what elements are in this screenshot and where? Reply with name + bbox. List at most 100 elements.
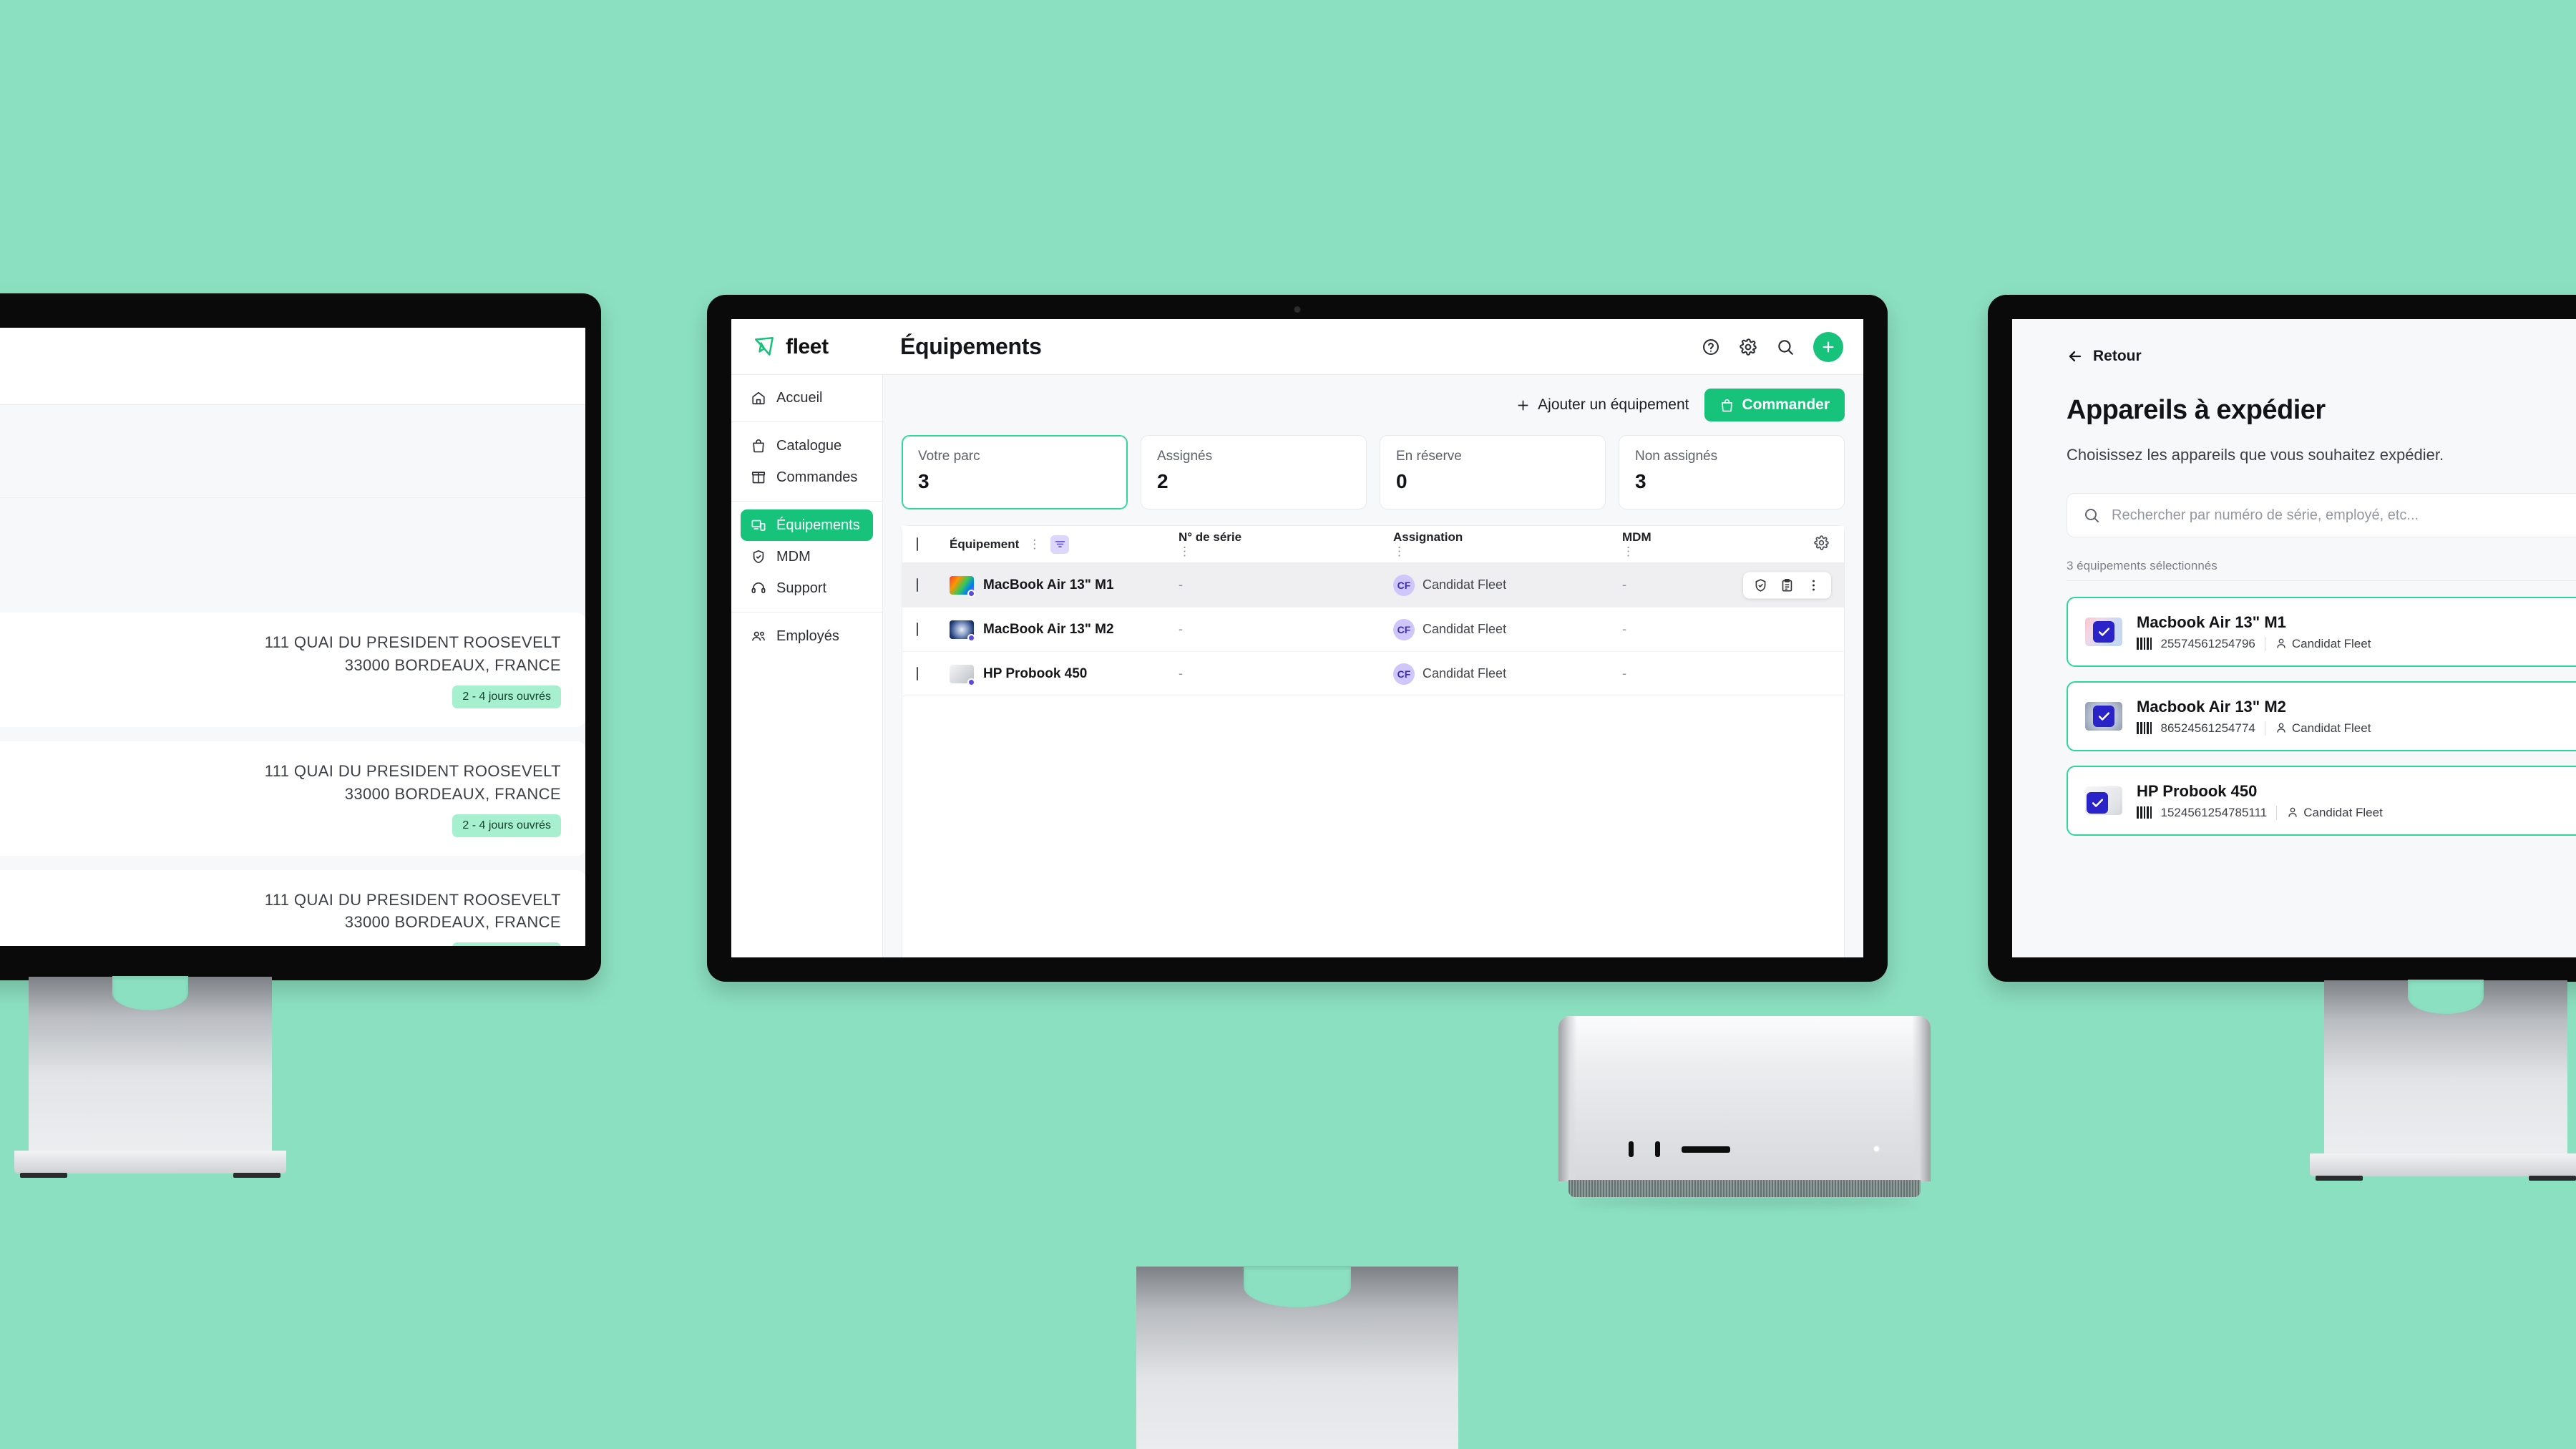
center-monitor-stand-neck [1136, 1266, 1458, 1449]
summary-top-strip [0, 405, 585, 498]
owner-name: Candidat Fleet [2303, 805, 2383, 819]
device-name: HP Probook 450 [2137, 781, 2258, 800]
ship-devices-panel: Retour Appareils à expédier Choisissez l… [2012, 319, 2576, 957]
sidebar-divider [731, 501, 882, 502]
bag-icon [1722, 399, 1733, 411]
column-header-assignation[interactable]: Assignation [1393, 530, 1622, 545]
sidebar-item-employes[interactable]: Employés [741, 620, 873, 652]
owner-name: Candidat Fleet [2291, 636, 2371, 650]
device-card[interactable]: Macbook Air 13" M2 86524561254774 Candid… [2067, 681, 2576, 751]
serial-value: - [1179, 577, 1183, 592]
stat-card-votre-parc[interactable]: Votre parc 3 [902, 435, 1128, 509]
users-icon [752, 631, 765, 641]
stat-card-non-assignes[interactable]: Non assignés 3 [1619, 435, 1845, 509]
center-monitor-screen: fleet Équipements Accueil Catalogue Comm… [731, 319, 1863, 957]
add-equipment-button[interactable]: Ajouter un équipement [1516, 396, 1689, 414]
device-serial: 1524561254785111 [2160, 805, 2268, 819]
search-box[interactable] [2067, 493, 2576, 537]
back-button[interactable]: Retour [2067, 348, 2576, 365]
add-button[interactable] [1813, 331, 1843, 362]
stat-label: Votre parc [918, 449, 980, 464]
stat-value: 3 [1635, 470, 1646, 492]
stand-notch [2408, 980, 2484, 1014]
help-circle-icon[interactable] [1702, 338, 1720, 356]
mdm-value: - [1622, 666, 1626, 680]
device-thumbnail-macbook-m1 [950, 575, 975, 597]
divider [2067, 580, 2576, 581]
device-checkbox[interactable] [2087, 792, 2108, 814]
back-label: Retour [2093, 348, 2142, 364]
stat-cards: Votre parc 3 Assignés 2 En réserve 0 Non… [902, 435, 1845, 525]
column-menu-dots[interactable]: ⋮ [1393, 545, 1406, 558]
table-settings-icon[interactable] [1813, 535, 1830, 555]
more-vertical-icon[interactable] [1806, 577, 1821, 592]
summary-mid-strip [0, 498, 585, 613]
plus-icon [1518, 400, 1528, 410]
table-row[interactable]: MacBook Air 13" M2 - CF Candidat Fleet - [902, 608, 1844, 652]
mac-studio-vent [1568, 1180, 1921, 1197]
address-card[interactable]: 111 QUAI DU PRESIDENT ROOSEVELT 33000 BO… [0, 613, 585, 727]
app-body: Accueil Catalogue Commandes Équipements … [731, 375, 1863, 957]
left-monitor: Finalisation 3 Récapitulatif 111 QUAI DU… [0, 293, 601, 1178]
clipboard-icon[interactable] [1780, 577, 1795, 592]
search-icon[interactable] [1776, 338, 1795, 356]
device-name: Macbook Air 13" M1 [2137, 613, 2286, 631]
shield-icon [753, 550, 764, 564]
stepper-step-recapitulatif[interactable]: 3 Récapitulatif [0, 343, 23, 394]
row-checkbox[interactable] [917, 577, 918, 592]
address-line1: 111 QUAI DU PRESIDENT ROOSEVELT [264, 633, 561, 651]
sidebar-item-commandes[interactable]: Commandes [741, 462, 873, 493]
table-row[interactable]: HP Probook 450 - CF Candidat Fleet - [902, 652, 1844, 696]
filter-icon[interactable] [1050, 535, 1070, 554]
device-checkbox[interactable] [2093, 621, 2114, 643]
page-title: Équipements [900, 333, 1042, 359]
column-header-numero-serie[interactable]: N° de série [1179, 530, 1393, 545]
right-monitor-stand-base [2310, 1153, 2576, 1176]
address-card[interactable]: 111 QUAI DU PRESIDENT ROOSEVELT 33000 BO… [0, 741, 585, 856]
stat-card-en-reserve[interactable]: En réserve 0 [1380, 435, 1606, 509]
row-checkbox[interactable] [917, 666, 918, 680]
mdm-value: - [1622, 622, 1626, 636]
column-menu-dots[interactable]: ⋮ [1028, 537, 1041, 552]
device-checkbox[interactable] [2093, 706, 2114, 727]
shield-check-icon[interactable] [1753, 577, 1768, 592]
column-header-equipement[interactable]: Équipement [950, 537, 1019, 552]
column-menu-dots[interactable]: ⋮ [1179, 545, 1191, 558]
sidebar-item-equipements[interactable]: Équipements [741, 509, 873, 541]
device-thumbnail-macbook-m1 [2085, 618, 2122, 646]
brand[interactable]: fleet [731, 335, 883, 359]
sidebar-item-mdm[interactable]: MDM [741, 541, 873, 572]
assignee-name: Candidat Fleet [1423, 666, 1507, 680]
check-icon [2098, 627, 2109, 636]
stat-card-assignes[interactable]: Assignés 2 [1141, 435, 1367, 509]
sidebar-item-label: Accueil [776, 389, 823, 406]
mdm-value: - [1622, 577, 1626, 592]
devices-icon [751, 519, 766, 531]
sidebar: Accueil Catalogue Commandes Équipements … [731, 375, 883, 957]
left-order-summary-body: 111 QUAI DU PRESIDENT ROOSEVELT 33000 BO… [0, 405, 585, 946]
search-input[interactable] [2112, 507, 2576, 524]
address-card[interactable]: 111 QUAI DU PRESIDENT ROOSEVELT 33000 BO… [0, 869, 585, 946]
device-card[interactable]: HP Probook 450 1524561254785111 Candidat… [2067, 766, 2576, 836]
sidebar-item-support[interactable]: Support [741, 572, 873, 604]
avatar: CF [1393, 574, 1415, 596]
check-icon [2098, 711, 2109, 721]
device-serial: 25574561254796 [2160, 636, 2255, 650]
column-header-mdm[interactable]: MDM [1622, 530, 1794, 545]
select-all-checkbox[interactable] [917, 537, 918, 551]
gear-icon[interactable] [1739, 338, 1757, 356]
package-icon [751, 472, 766, 484]
sidebar-item-accueil[interactable]: Accueil [741, 382, 873, 414]
column-menu-dots[interactable]: ⋮ [1622, 545, 1635, 558]
row-action-toolbar [1743, 572, 1831, 598]
sidebar-item-catalogue[interactable]: Catalogue [741, 430, 873, 462]
table-row[interactable]: MacBook Air 13" M1 - CF Candidat Fleet - [902, 563, 1844, 608]
stat-label: Assignés [1157, 449, 1213, 464]
address-line1: 111 QUAI DU PRESIDENT ROOSEVELT [264, 761, 561, 780]
device-thumbnail-macbook-m2 [950, 620, 975, 642]
device-card[interactable]: Macbook Air 13" M1 25574561254796 Candid… [2067, 597, 2576, 667]
order-label: Commander [1742, 396, 1830, 413]
usb-c-port [1629, 1141, 1634, 1157]
order-button[interactable]: Commander [1704, 389, 1845, 421]
row-checkbox[interactable] [917, 622, 918, 636]
